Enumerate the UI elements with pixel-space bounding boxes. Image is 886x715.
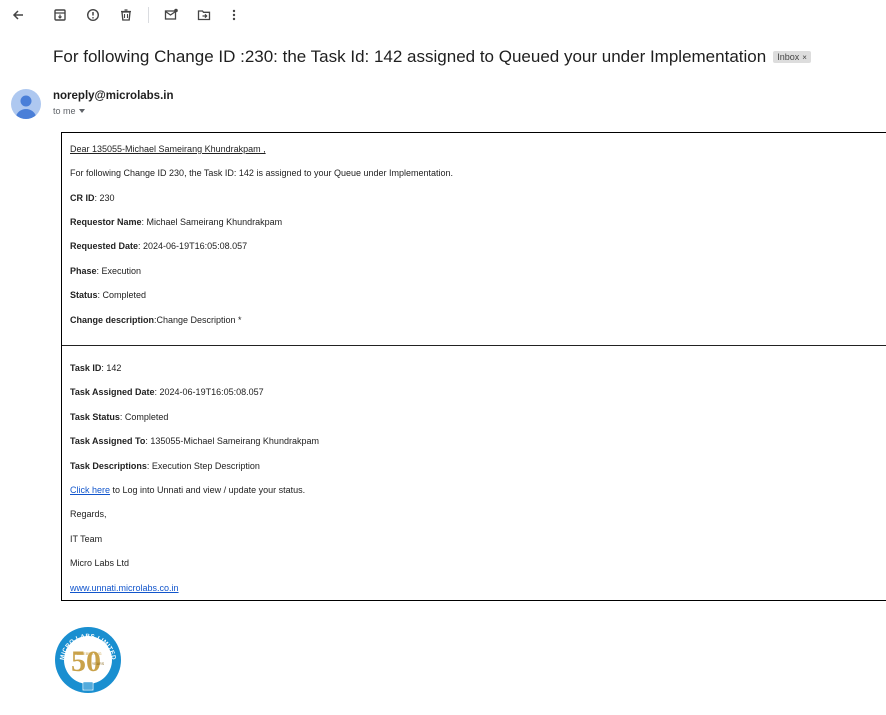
avatar[interactable] — [11, 89, 41, 119]
task-assigned-date-row: Task Assigned Date: 2024-06-19T16:05:08.… — [70, 387, 264, 397]
change-description-row: Change description:Change Description * — [70, 315, 242, 325]
task-status-row: Task Status: Completed — [70, 412, 168, 422]
email-body: Dear 135055-Michael Sameirang Khundrakpa… — [61, 132, 886, 601]
toolbar-divider — [148, 7, 149, 23]
svg-text:CELEBRATING: CELEBRATING — [76, 652, 101, 656]
micro-labs-50-years-logo: MICRO LABS LIMITED 50 CELEBRATING YEARS — [53, 625, 123, 695]
move-to-icon[interactable] — [194, 5, 214, 25]
requested-date-row: Requested Date: 2024-06-19T16:05:08.057 — [70, 241, 247, 251]
task-id-label: Task ID — [70, 363, 102, 373]
task-descriptions-row: Task Descriptions: Execution Step Descri… — [70, 461, 260, 471]
requested-date-value: : 2024-06-19T16:05:08.057 — [138, 241, 248, 251]
svg-text:YEARS: YEARS — [92, 662, 105, 666]
cr-id-label: CR ID — [70, 193, 95, 203]
toolbar — [0, 0, 886, 30]
subject-text: For following Change ID :230: the Task I… — [53, 47, 767, 66]
change-description-value: :Change Description * — [154, 315, 242, 325]
task-assigned-date-value: : 2024-06-19T16:05:08.057 — [154, 387, 264, 397]
task-descriptions-label: Task Descriptions — [70, 461, 147, 471]
requested-date-label: Requested Date — [70, 241, 139, 251]
cr-id-value: : 230 — [94, 193, 115, 203]
cr-id-row: CR ID: 230 — [70, 193, 115, 203]
more-options-icon[interactable] — [224, 5, 244, 25]
inbox-label-chip[interactable]: Inbox × — [773, 51, 811, 63]
section-divider — [62, 345, 886, 346]
regards-text: Regards, — [70, 509, 107, 519]
remove-label-icon[interactable]: × — [802, 53, 807, 62]
task-id-row: Task ID: 142 — [70, 363, 121, 373]
delete-icon[interactable] — [116, 5, 136, 25]
status-label: Status — [70, 290, 98, 300]
task-assigned-to-label: Task Assigned To — [70, 436, 146, 446]
task-descriptions-value: : Execution Step Description — [146, 461, 260, 471]
phase-row: Phase: Execution — [70, 266, 141, 276]
task-assigned-to-value: : 135055-Michael Sameirang Khundrakpam — [145, 436, 319, 446]
website-link[interactable]: www.unnati.microlabs.co.in — [70, 583, 179, 593]
requestor-label: Requestor Name — [70, 217, 142, 227]
task-status-label: Task Status — [70, 412, 120, 422]
sender-email[interactable]: noreply@microlabs.in — [53, 90, 174, 102]
recipient-details[interactable]: to me — [53, 106, 85, 116]
report-spam-icon[interactable] — [83, 5, 103, 25]
click-here-link[interactable]: Click here — [70, 485, 110, 495]
status-value: : Completed — [97, 290, 147, 300]
email-subject: For following Change ID :230: the Task I… — [53, 47, 811, 67]
back-arrow-icon[interactable] — [8, 5, 28, 25]
mark-unread-icon[interactable] — [161, 5, 181, 25]
task-status-value: : Completed — [119, 412, 169, 422]
requestor-row: Requestor Name: Michael Sameirang Khundr… — [70, 217, 282, 227]
requestor-value: : Michael Sameirang Khundrakpam — [141, 217, 283, 227]
archive-icon[interactable] — [50, 5, 70, 25]
task-assigned-date-label: Task Assigned Date — [70, 387, 155, 397]
change-description-label: Change description — [70, 315, 155, 325]
team-signature: IT Team — [70, 534, 103, 544]
task-assigned-to-row: Task Assigned To: 135055-Michael Sameira… — [70, 436, 319, 446]
intro-text: For following Change ID 230, the Task ID… — [70, 168, 454, 178]
phase-label: Phase — [70, 266, 97, 276]
phase-value: : Execution — [96, 266, 142, 276]
to-me-label: to me — [53, 106, 76, 116]
status-row: Status: Completed — [70, 290, 146, 300]
chevron-down-icon — [78, 109, 85, 113]
company-name: Micro Labs Ltd — [70, 558, 130, 568]
greeting: Dear 135055-Michael Sameirang Khundrakpa… — [70, 144, 266, 154]
login-instruction: Click here to Log into Unnati and view /… — [70, 485, 305, 495]
task-id-value: : 142 — [101, 363, 122, 373]
inbox-label-text: Inbox — [777, 52, 800, 62]
login-instruction-text: to Log into Unnati and view / update you… — [110, 485, 306, 495]
